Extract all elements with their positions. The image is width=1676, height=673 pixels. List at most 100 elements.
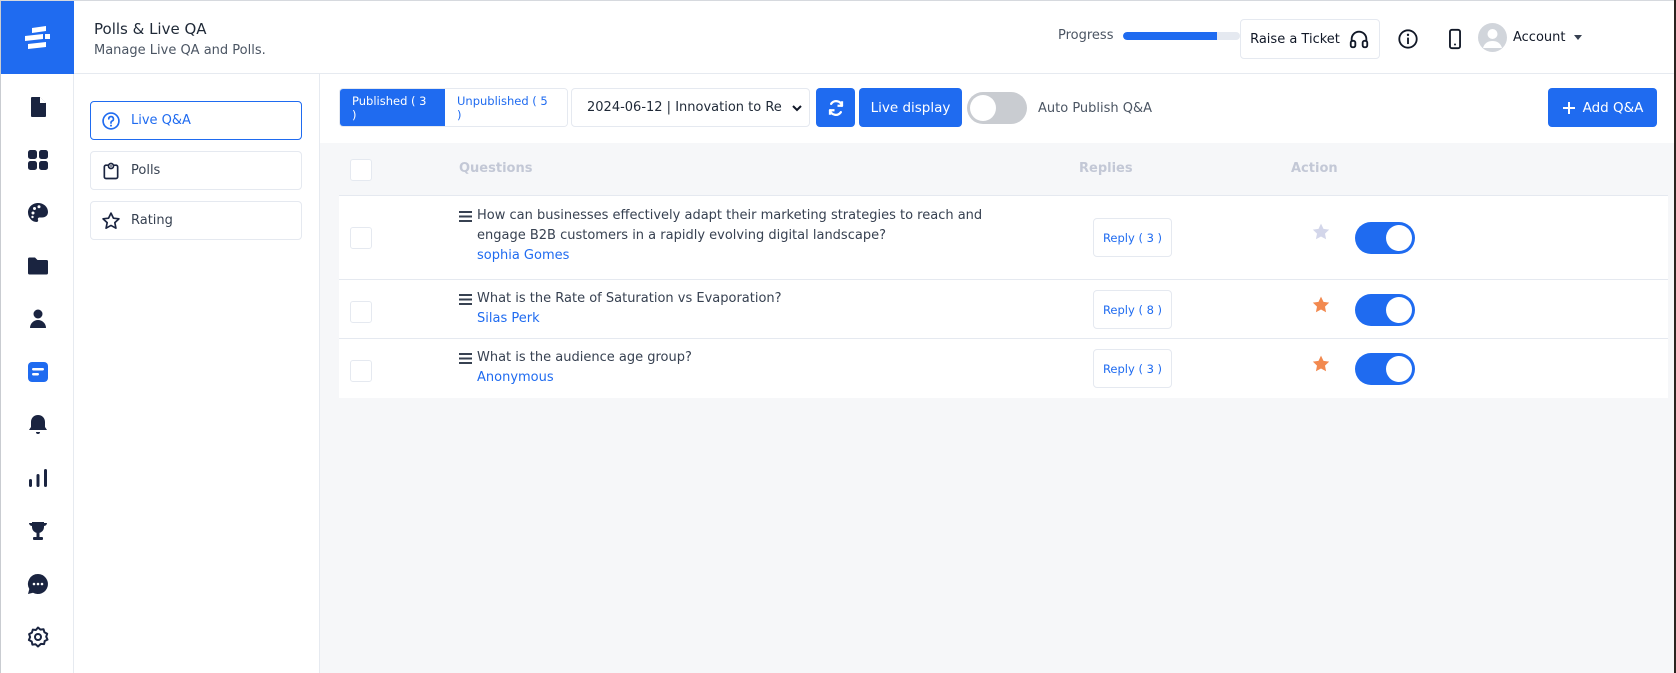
rail-item-dashboard[interactable] [1, 140, 74, 180]
auto-publish-toggle[interactable] [967, 92, 1027, 124]
info-button[interactable] [1396, 27, 1420, 51]
row-checkbox[interactable] [350, 227, 372, 249]
question-author[interactable]: Anonymous [459, 368, 1034, 388]
tab-unpublished[interactable]: Unpublished ( 5 ) [445, 89, 567, 126]
drag-handle-icon[interactable] [459, 353, 472, 364]
mobile-preview-button[interactable] [1443, 27, 1467, 51]
question-cell: What is the Rate of Saturation vs Evapor… [459, 289, 1034, 329]
bell-icon [28, 415, 47, 434]
document-icon [30, 97, 46, 117]
publish-toggle[interactable] [1355, 294, 1415, 326]
subnav-label: Rating [131, 213, 173, 228]
reply-button[interactable]: Reply ( 3 ) [1093, 218, 1172, 257]
user-icon [29, 309, 46, 328]
subnav-label: Polls [131, 163, 161, 178]
account-menu[interactable]: Account [1478, 23, 1582, 52]
rail-item-people[interactable] [1, 299, 74, 339]
reply-button[interactable]: Reply ( 3 ) [1093, 349, 1172, 388]
table-row: What is the audience age group? Anonymou… [339, 339, 1668, 398]
rail-item-files[interactable] [1, 246, 74, 286]
toggle-knob [1386, 297, 1412, 323]
question-author[interactable]: sophia Gomes [459, 246, 1034, 266]
user-avatar-icon [1483, 29, 1502, 48]
logo-icon [24, 25, 50, 49]
rail-item-live-qa[interactable] [1, 352, 74, 392]
subnav-label: Live Q&A [131, 113, 191, 128]
palette-icon [27, 203, 48, 222]
main-content: Published ( 3 ) Unpublished ( 5 ) 2024-0… [320, 74, 1674, 673]
column-header-replies: Replies [1079, 161, 1133, 176]
publish-filter-tabs: Published ( 3 ) Unpublished ( 5 ) [339, 88, 568, 127]
rail-item-settings[interactable] [1, 617, 74, 657]
event-select-value: 2024-06-12 | Innovation to Reality [587, 100, 782, 115]
reply-button[interactable]: Reply ( 8 ) [1093, 290, 1172, 329]
rail-item-leaderboard[interactable] [1, 511, 74, 551]
app-window: Polls & Live QA Manage Live QA and Polls… [0, 0, 1674, 673]
qa-toolbar: Published ( 3 ) Unpublished ( 5 ) 2024-0… [320, 74, 1674, 143]
questions-table: Questions Replies Action How can busines… [339, 143, 1668, 398]
top-header: Polls & Live QA Manage Live QA and Polls… [74, 1, 1674, 74]
page-title: Polls & Live QA [94, 20, 207, 38]
account-caret-icon [1573, 35, 1582, 40]
plus-icon [1562, 101, 1575, 114]
question-circle-icon [102, 111, 120, 130]
drag-handle-icon[interactable] [459, 294, 472, 305]
rail-item-chat[interactable] [1, 564, 74, 604]
star-icon[interactable] [1311, 295, 1331, 315]
info-icon [1398, 29, 1418, 49]
refresh-icon [828, 99, 843, 116]
column-header-action: Action [1291, 161, 1338, 176]
progress-bar [1123, 31, 1241, 40]
table-row: What is the Rate of Saturation vs Evapor… [339, 280, 1668, 339]
question-text: What is the Rate of Saturation vs Evapor… [477, 291, 782, 306]
raise-ticket-button[interactable]: Raise a Ticket [1240, 19, 1380, 59]
trophy-icon [28, 522, 47, 540]
drag-handle-icon[interactable] [459, 211, 472, 222]
account-label: Account [1513, 30, 1566, 45]
raise-ticket-label: Raise a Ticket [1250, 31, 1340, 47]
mobile-icon [1449, 28, 1461, 50]
settings-icon [27, 626, 48, 648]
star-icon[interactable] [1311, 354, 1331, 374]
headset-icon [1349, 30, 1369, 49]
table-row: How can businesses effectively adapt the… [339, 196, 1668, 280]
table-header: Questions Replies Action [339, 143, 1668, 196]
subnav-item-rating[interactable]: Rating [90, 201, 302, 240]
question-cell: How can businesses effectively adapt the… [459, 206, 1034, 266]
question-text: How can businesses effectively adapt the… [477, 208, 983, 243]
rail-item-documents[interactable] [1, 87, 74, 127]
publish-toggle[interactable] [1355, 222, 1415, 254]
rail-item-notifications[interactable] [1, 405, 74, 445]
refresh-button[interactable] [816, 88, 855, 127]
row-checkbox[interactable] [350, 360, 372, 382]
toggle-knob [1386, 356, 1412, 382]
toggle-knob [1386, 225, 1412, 251]
analytics-icon [28, 469, 47, 487]
question-author[interactable]: Silas Perk [459, 309, 1034, 329]
live-display-button[interactable]: Live display [859, 88, 962, 127]
select-all-checkbox[interactable] [350, 159, 372, 181]
publish-toggle[interactable] [1355, 353, 1415, 385]
add-qa-button[interactable]: Add Q&A [1548, 88, 1657, 127]
event-select[interactable]: 2024-06-12 | Innovation to Reality [571, 88, 810, 127]
row-checkbox[interactable] [350, 301, 372, 323]
rail-item-design[interactable] [1, 193, 74, 233]
chat-icon [27, 573, 48, 594]
auto-publish-label: Auto Publish Q&A [1038, 101, 1153, 116]
column-header-questions: Questions [459, 161, 533, 176]
brand-logo[interactable] [1, 1, 74, 74]
clipboard-icon [103, 162, 119, 179]
avatar [1478, 23, 1507, 52]
question-text: What is the audience age group? [477, 350, 692, 365]
star-icon[interactable] [1311, 222, 1331, 242]
progress-bar-fill [1123, 31, 1218, 40]
tab-published[interactable]: Published ( 3 ) [340, 89, 445, 126]
grid-icon [27, 150, 48, 170]
live-qa-icon [27, 362, 48, 382]
add-qa-label: Add Q&A [1582, 99, 1644, 116]
rail-item-analytics[interactable] [1, 458, 74, 498]
page-subtitle: Manage Live QA and Polls. [94, 43, 266, 58]
subnav-item-polls[interactable]: Polls [90, 151, 302, 190]
subnav-item-live-qa[interactable]: Live Q&A [90, 101, 302, 140]
chevron-down-icon [792, 105, 802, 112]
